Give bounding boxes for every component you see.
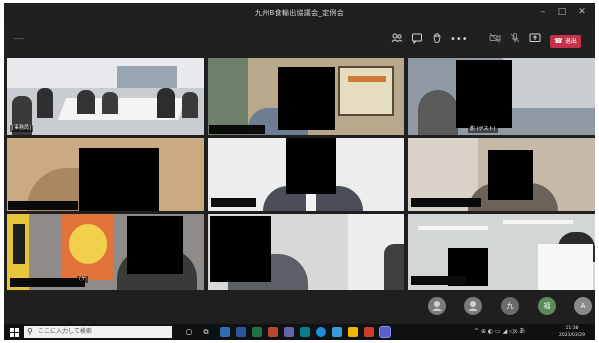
powerpoint-icon[interactable]	[268, 327, 278, 337]
cortana-icon[interactable]: ○	[184, 327, 194, 337]
clock-time: 11:38	[565, 326, 579, 331]
teams-meeting-window: 九州B食輸出協議会_定例会 – □ ✕ ---- ••• ☎ 退出 [事務局] …	[4, 3, 595, 340]
leave-label: 退出	[564, 38, 577, 45]
bookshelf	[208, 58, 248, 135]
person-figure	[77, 90, 95, 114]
clock-date: 2021/03/29	[559, 333, 585, 338]
participants-glyph	[391, 33, 403, 43]
teams-icon[interactable]	[284, 327, 294, 337]
privacy-mask	[286, 138, 336, 194]
video-tile-4[interactable]	[7, 138, 204, 211]
privacy-mask	[278, 67, 335, 130]
participant-avatar[interactable]: A	[574, 297, 592, 315]
meeting-toolbar: ---- ••• ☎ 退出	[4, 23, 595, 57]
chat-icon[interactable]	[409, 32, 425, 48]
camera-glyph	[489, 33, 501, 43]
more-icon[interactable]: •••	[450, 32, 468, 48]
title-bar: 九州B食輸出協議会_定例会 – □ ✕	[4, 3, 595, 23]
app-icon[interactable]	[300, 327, 310, 337]
participant-name-label: (ゲ	[77, 276, 88, 283]
participant-avatar[interactable]	[464, 297, 482, 315]
redacted-name-bar	[209, 125, 265, 134]
share-glyph	[529, 33, 541, 42]
ceiling-light	[418, 226, 488, 230]
minimize-button[interactable]: –	[536, 6, 550, 18]
chat-glyph	[412, 33, 422, 45]
taskbar-search-box[interactable]: ⚲ ここに入力して検索	[24, 326, 172, 338]
redacted-name-bar	[411, 276, 466, 285]
window-title: 九州B食輸出協議会_定例会	[254, 9, 345, 17]
leave-button[interactable]: ☎ 退出	[550, 35, 581, 48]
redacted-name-bar	[411, 198, 481, 207]
jersey-stripe	[13, 224, 25, 264]
video-tile-7[interactable]: (ゲ	[7, 214, 204, 290]
person-figure	[37, 88, 53, 118]
participant-name-label: [事務局]	[10, 125, 33, 132]
video-tile-8[interactable]	[208, 214, 404, 290]
redacted-name-bar	[10, 278, 85, 287]
hand-glyph	[433, 32, 441, 43]
word-icon[interactable]	[236, 327, 246, 337]
video-tile-2[interactable]	[208, 58, 404, 135]
privacy-mask	[488, 150, 533, 200]
privacy-mask	[456, 60, 512, 128]
taskbar-clock[interactable]: 11:38 2021/03/29	[559, 325, 585, 339]
office-window	[117, 66, 177, 88]
participant-avatar[interactable]: 九	[501, 297, 519, 315]
person-figure	[102, 92, 118, 114]
participants-icon[interactable]	[389, 32, 405, 48]
system-tray-icons[interactable]: ^ ⊕ ◐ ▭ ◢ ◁ⅹ あ	[474, 328, 525, 336]
teams-active-icon[interactable]	[379, 326, 391, 338]
mail-icon[interactable]	[332, 327, 342, 337]
privacy-mask	[127, 216, 183, 274]
microphone-icon[interactable]	[507, 32, 523, 48]
excel-icon[interactable]	[252, 327, 262, 337]
privacy-mask	[210, 216, 271, 282]
wall-poster	[338, 66, 394, 116]
person-figure	[182, 92, 198, 118]
phone-icon: ☎	[554, 37, 563, 45]
video-tile-5[interactable]	[208, 138, 404, 211]
search-placeholder: ここに入力して検索	[38, 328, 92, 335]
person-edge	[384, 244, 404, 290]
share-screen-icon[interactable]	[527, 32, 543, 48]
raise-hand-icon[interactable]	[429, 32, 445, 48]
acrobat-icon[interactable]	[364, 327, 374, 337]
file-explorer-icon[interactable]	[348, 327, 358, 337]
poster-character	[69, 224, 107, 264]
person-body	[418, 90, 458, 135]
person-figure	[157, 88, 175, 118]
edge-icon[interactable]	[220, 327, 230, 337]
windows-taskbar: ⚲ ここに入力して検索 ○ ⧉ ^ ⊕ ◐ ▭ ◢ ◁ⅹ あ 11:38 202…	[4, 324, 595, 340]
video-tile-6[interactable]	[408, 138, 595, 211]
redacted-name-bar	[211, 198, 256, 207]
person-icon	[428, 297, 446, 315]
video-tile-1[interactable]: [事務局]	[7, 58, 204, 135]
close-window-button[interactable]: ✕	[575, 6, 589, 18]
windows-start-icon[interactable]	[10, 328, 19, 337]
video-tile-3[interactable]: 影 (ゲスト)	[408, 58, 595, 135]
maximize-button[interactable]: □	[555, 6, 569, 18]
search-icon: ⚲	[27, 327, 33, 336]
privacy-mask	[79, 148, 159, 211]
meeting-timer: ----	[14, 35, 25, 43]
ceiling-light	[503, 220, 573, 224]
redacted-name-bar	[8, 201, 78, 210]
bright-background	[503, 58, 595, 108]
participant-avatar[interactable]	[428, 297, 446, 315]
microphone-glyph	[510, 33, 520, 43]
task-view-icon[interactable]: ⧉	[201, 327, 211, 337]
browser-icon[interactable]	[316, 327, 326, 337]
paper-document	[538, 244, 593, 290]
video-tile-9[interactable]	[408, 214, 595, 290]
participant-name-label: 影 (ゲスト)	[468, 126, 498, 133]
camera-icon[interactable]	[487, 32, 503, 48]
poster-stripe	[348, 76, 386, 82]
participant-avatar[interactable]: 福	[538, 297, 556, 315]
person-icon	[464, 297, 482, 315]
